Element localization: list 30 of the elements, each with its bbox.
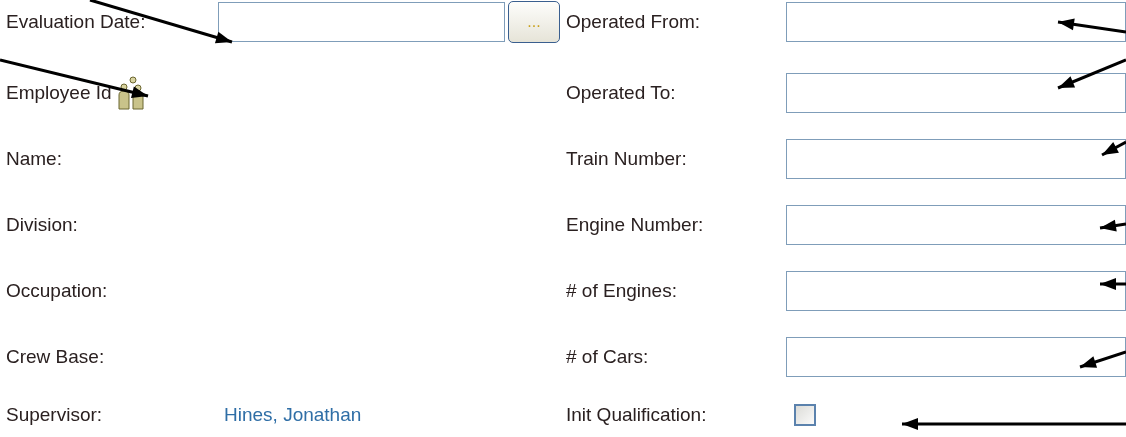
field-label: Crew Base: (6, 346, 106, 368)
date-field[interactable] (218, 2, 505, 42)
input-field[interactable] (786, 139, 1126, 179)
people-icon[interactable] (115, 76, 146, 110)
input-field[interactable] (786, 205, 1126, 245)
field-label: Train Number: (566, 148, 688, 170)
input-field[interactable] (786, 2, 1126, 42)
input-field[interactable] (786, 73, 1126, 113)
field-label: Name: (6, 148, 63, 170)
field-label: Division: (6, 214, 79, 236)
field-label: Employee Id (6, 82, 112, 104)
input-field[interactable] (786, 337, 1126, 377)
field-label: Operated To: (566, 82, 677, 104)
field-label: Evaluation Date: (6, 11, 147, 33)
field-label: Operated From: (566, 11, 702, 33)
arrow (1100, 278, 1126, 290)
field-label: # of Engines: (566, 280, 678, 302)
arrow (1057, 58, 1126, 90)
arrow (1099, 219, 1126, 232)
field-label: Supervisor: (6, 404, 104, 426)
field-label: Engine Number: (566, 214, 705, 236)
input-field[interactable] (786, 271, 1126, 311)
arrow (1101, 140, 1126, 157)
field-label: Occupation: (6, 280, 109, 302)
arrow (1057, 18, 1126, 34)
checkbox[interactable] (794, 404, 816, 426)
supervisor-link[interactable]: Hines, Jonathan (224, 404, 362, 426)
field-label: Init Qualification: (566, 404, 708, 426)
arrow (1079, 350, 1126, 369)
field-label: # of Cars: (566, 346, 650, 368)
